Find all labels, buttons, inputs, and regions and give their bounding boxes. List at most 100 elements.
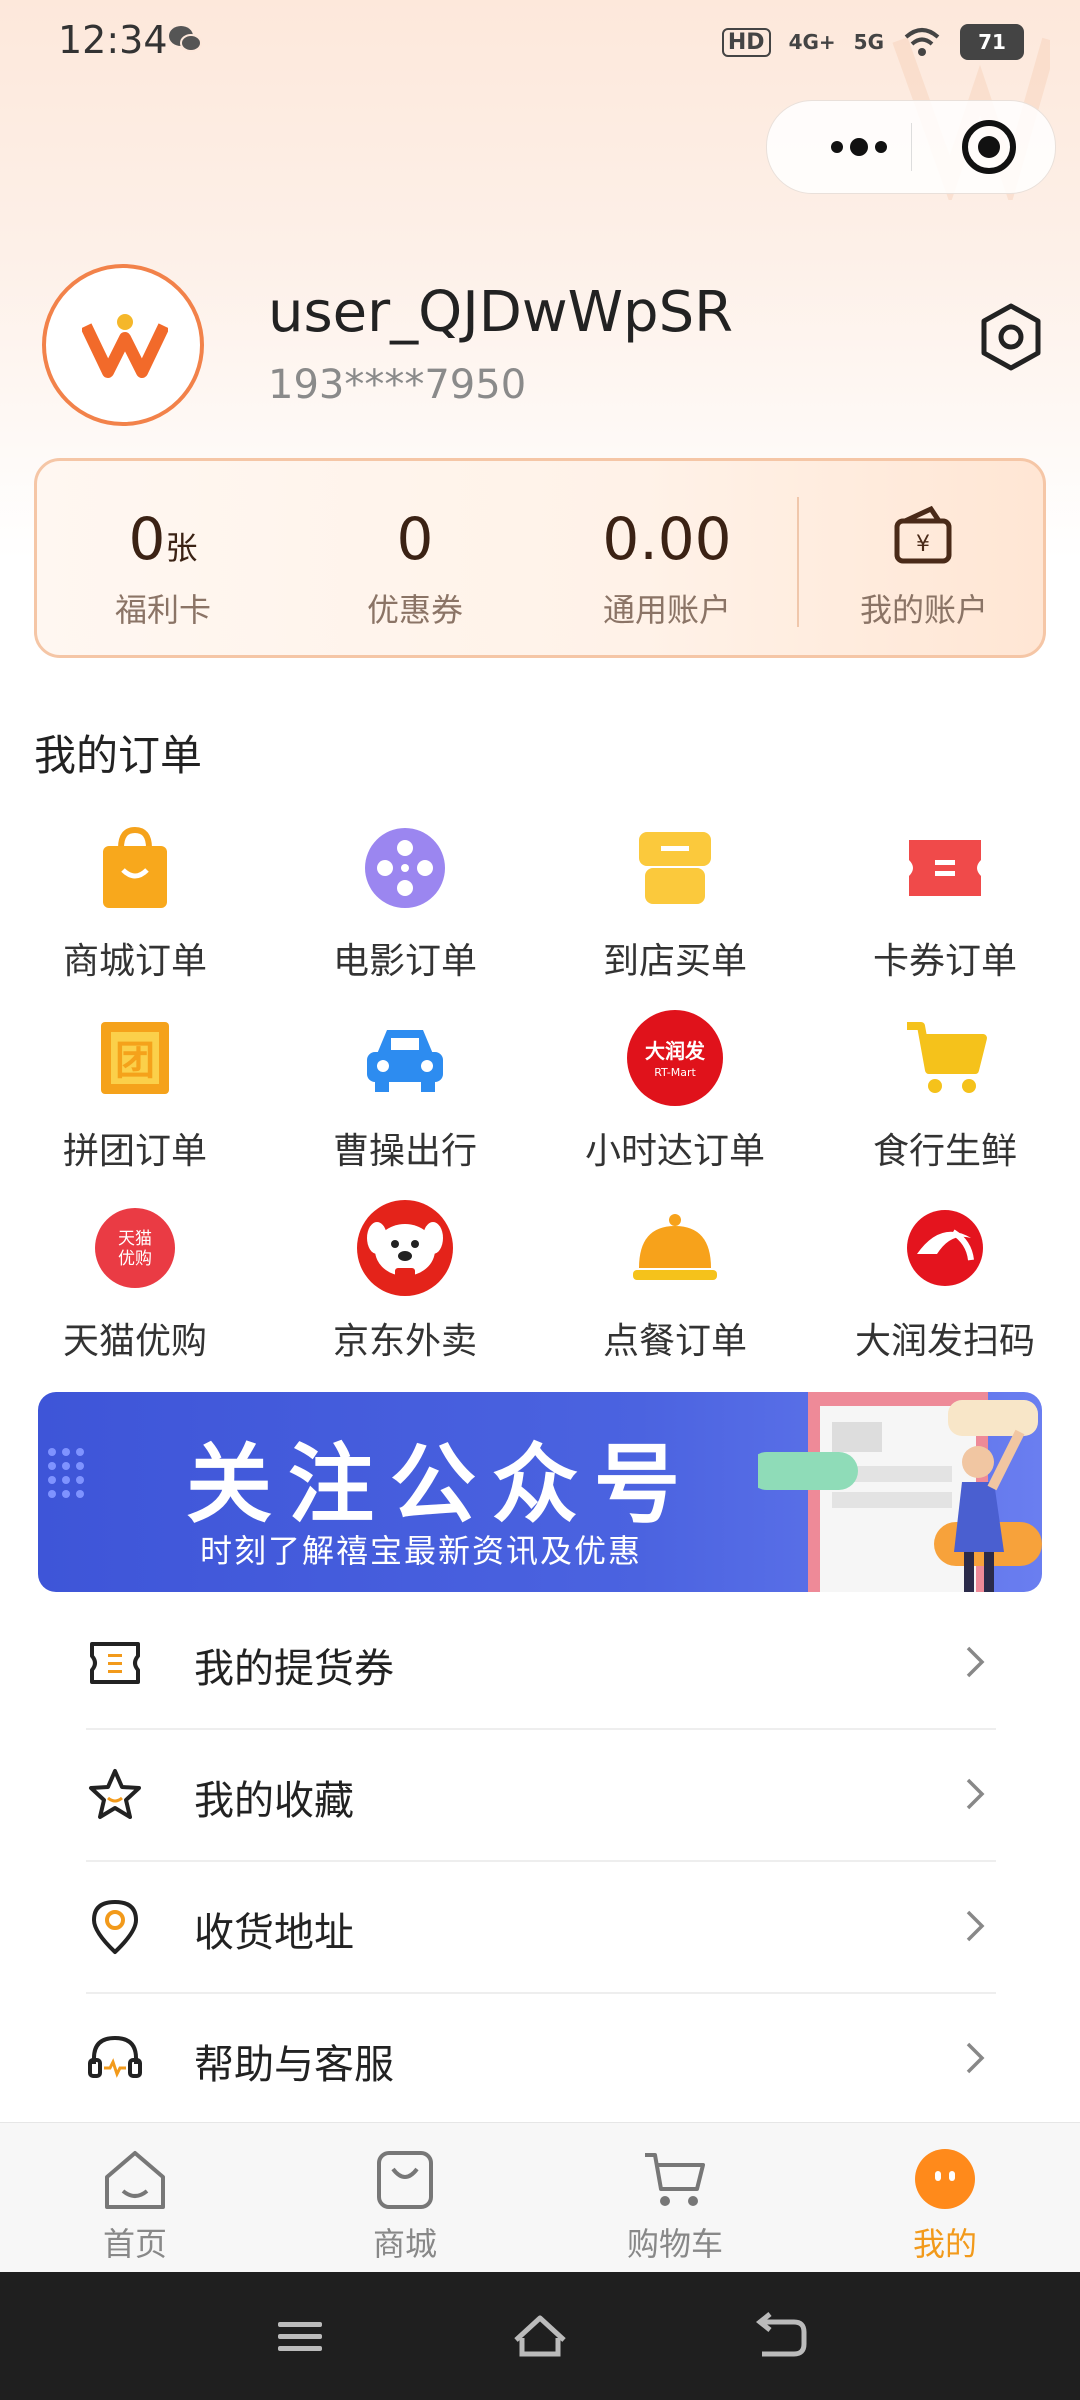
coupon-stat[interactable]: 0 优惠券	[289, 461, 541, 655]
home-nav-icon[interactable]	[510, 2308, 570, 2364]
order-item-label: 天猫优购	[62, 1321, 207, 1362]
menu-icon[interactable]	[270, 2308, 330, 2364]
account-summary-card: 0张 福利卡 0 优惠券 0.00 通用账户 ¥ 我的账户	[34, 458, 1046, 658]
avatar[interactable]	[42, 264, 204, 426]
dots-decoration	[48, 1448, 84, 1498]
menu-row-label: 收货地址	[194, 1910, 354, 1956]
signal-5g-icon: 5G	[853, 30, 884, 54]
rt-scan-icon	[907, 1210, 983, 1286]
shopping-bag-icon	[103, 826, 167, 908]
order-item-mall[interactable]: 商城订单	[0, 818, 270, 988]
home-icon	[105, 2151, 165, 2209]
battery-icon: 71	[960, 24, 1024, 60]
hd-icon: HD	[721, 27, 771, 57]
film-reel-icon	[365, 828, 445, 908]
bottom-tab-bar: 首页 商城 购物车 我的	[0, 2122, 1080, 2273]
bag-icon	[377, 2151, 433, 2209]
svg-text:RT-Mart: RT-Mart	[654, 1066, 696, 1079]
my-account-button[interactable]: ¥ 我的账户	[799, 461, 1043, 655]
order-item-caocao[interactable]: 曹操出行	[270, 1008, 540, 1178]
back-icon[interactable]	[750, 2308, 810, 2364]
menu-row-pickup-voucher[interactable]: 我的提货券	[86, 1596, 996, 1730]
menu-row-label: 我的收藏	[194, 1778, 354, 1824]
svg-text:优购: 优购	[118, 1249, 152, 1269]
signal-4g-icon: 4G+	[788, 30, 836, 54]
order-item-label: 大润发扫码	[854, 1321, 1035, 1362]
miniprogram-capsule	[766, 100, 1056, 194]
close-miniprogram-icon[interactable]	[943, 101, 1035, 193]
menu-row-address[interactable]: 收货地址	[86, 1860, 996, 1994]
banner-illustration	[758, 1392, 1042, 1592]
star-icon	[89, 1769, 141, 1819]
status-bar: 12:34 HD 4G+ 5G 71	[0, 0, 1080, 84]
general-account-stat[interactable]: 0.00 通用账户	[541, 461, 793, 655]
capsule-divider	[911, 123, 912, 171]
order-item-label: 曹操出行	[332, 1131, 477, 1172]
follow-official-account-banner[interactable]: 关注公众号 时刻了解禧宝最新资讯及优惠	[38, 1392, 1042, 1592]
order-item-jd-takeout[interactable]: 京东外卖	[270, 1198, 540, 1368]
tab-profile[interactable]: 我的	[810, 2123, 1080, 2273]
tab-label: 购物车	[626, 2225, 723, 2263]
banner-subtitle: 时刻了解禧宝最新资讯及优惠	[200, 1532, 643, 1570]
tab-home[interactable]: 首页	[0, 2123, 270, 2273]
coupon-label: 优惠券	[366, 591, 463, 629]
profile-face-icon	[915, 2149, 975, 2209]
wifi-icon	[904, 28, 940, 56]
order-item-label: 点餐订单	[602, 1321, 747, 1362]
username: user_QJDwWpSR	[268, 280, 734, 345]
my-account-label: 我的账户	[859, 591, 988, 629]
order-item-coupon[interactable]: 卡券订单	[810, 818, 1080, 988]
order-item-label: 商城订单	[62, 941, 207, 982]
coupon-count: 0	[396, 505, 434, 573]
chevron-right-icon	[966, 1778, 985, 1810]
wallet-icon: ¥	[894, 505, 952, 564]
order-item-label: 京东外卖	[332, 1321, 477, 1362]
car-icon	[367, 1030, 443, 1092]
order-item-rt-scan[interactable]: 大润发扫码	[810, 1198, 1080, 1368]
order-item-movie[interactable]: 电影订单	[270, 818, 540, 988]
ticket-icon	[909, 840, 981, 896]
order-item-fresh[interactable]: 食行生鲜	[810, 1008, 1080, 1178]
menu-row-label: 帮助与客服	[194, 2042, 394, 2088]
system-navigation-bar	[0, 2272, 1080, 2400]
location-pin-icon	[92, 1900, 138, 1954]
store-icon	[639, 832, 711, 904]
order-item-hourly[interactable]: 大润发 RT-Mart 小时达订单	[540, 1008, 810, 1178]
order-item-dining[interactable]: 点餐订单	[540, 1198, 810, 1368]
more-options-icon[interactable]	[807, 101, 911, 193]
welfare-card-unit: 张	[165, 529, 198, 567]
menu-row-label: 我的提货券	[194, 1646, 394, 1692]
welfare-card-stat[interactable]: 0张 福利卡	[37, 461, 289, 655]
cart-icon	[645, 2153, 705, 2206]
chevron-right-icon	[966, 1910, 985, 1942]
order-item-instore[interactable]: 到店买单	[540, 818, 810, 988]
tab-cart[interactable]: 购物车	[540, 2123, 810, 2273]
order-item-label: 拼团订单	[62, 1131, 207, 1172]
menu-row-favorites[interactable]: 我的收藏	[86, 1728, 996, 1862]
brand-logo-icon	[82, 314, 168, 378]
menu-row-help[interactable]: 帮助与客服	[86, 1992, 996, 2126]
order-item-tmall[interactable]: 天猫 优购 天猫优购	[0, 1198, 270, 1368]
group-buy-icon: 团	[101, 1022, 169, 1094]
settings-hexagon-icon[interactable]	[976, 302, 1046, 372]
status-indicators: HD 4G+ 5G 71	[721, 20, 1024, 64]
cart-icon	[907, 1022, 987, 1093]
chevron-right-icon	[966, 1646, 985, 1678]
headset-icon	[88, 2035, 142, 2078]
status-time: 12:34	[58, 18, 168, 62]
rt-mart-logo-icon: 大润发 RT-Mart	[627, 1010, 723, 1106]
chevron-right-icon	[966, 2042, 985, 2074]
tab-label: 首页	[102, 2225, 167, 2263]
order-item-label: 到店买单	[602, 941, 747, 982]
banner-title: 关注公众号	[186, 1435, 696, 1535]
welfare-card-count: 0	[128, 505, 166, 573]
svg-text:天猫: 天猫	[118, 1229, 152, 1249]
general-account-balance: 0.00	[602, 505, 732, 573]
svg-text:¥: ¥	[916, 532, 930, 557]
tmall-logo-icon: 天猫 优购	[95, 1208, 175, 1288]
order-item-group[interactable]: 团 拼团订单	[0, 1008, 270, 1178]
tab-mall[interactable]: 商城	[270, 2123, 540, 2273]
order-item-label: 食行生鲜	[872, 1131, 1017, 1172]
tab-label: 商城	[372, 2225, 437, 2263]
general-account-label: 通用账户	[602, 591, 731, 629]
